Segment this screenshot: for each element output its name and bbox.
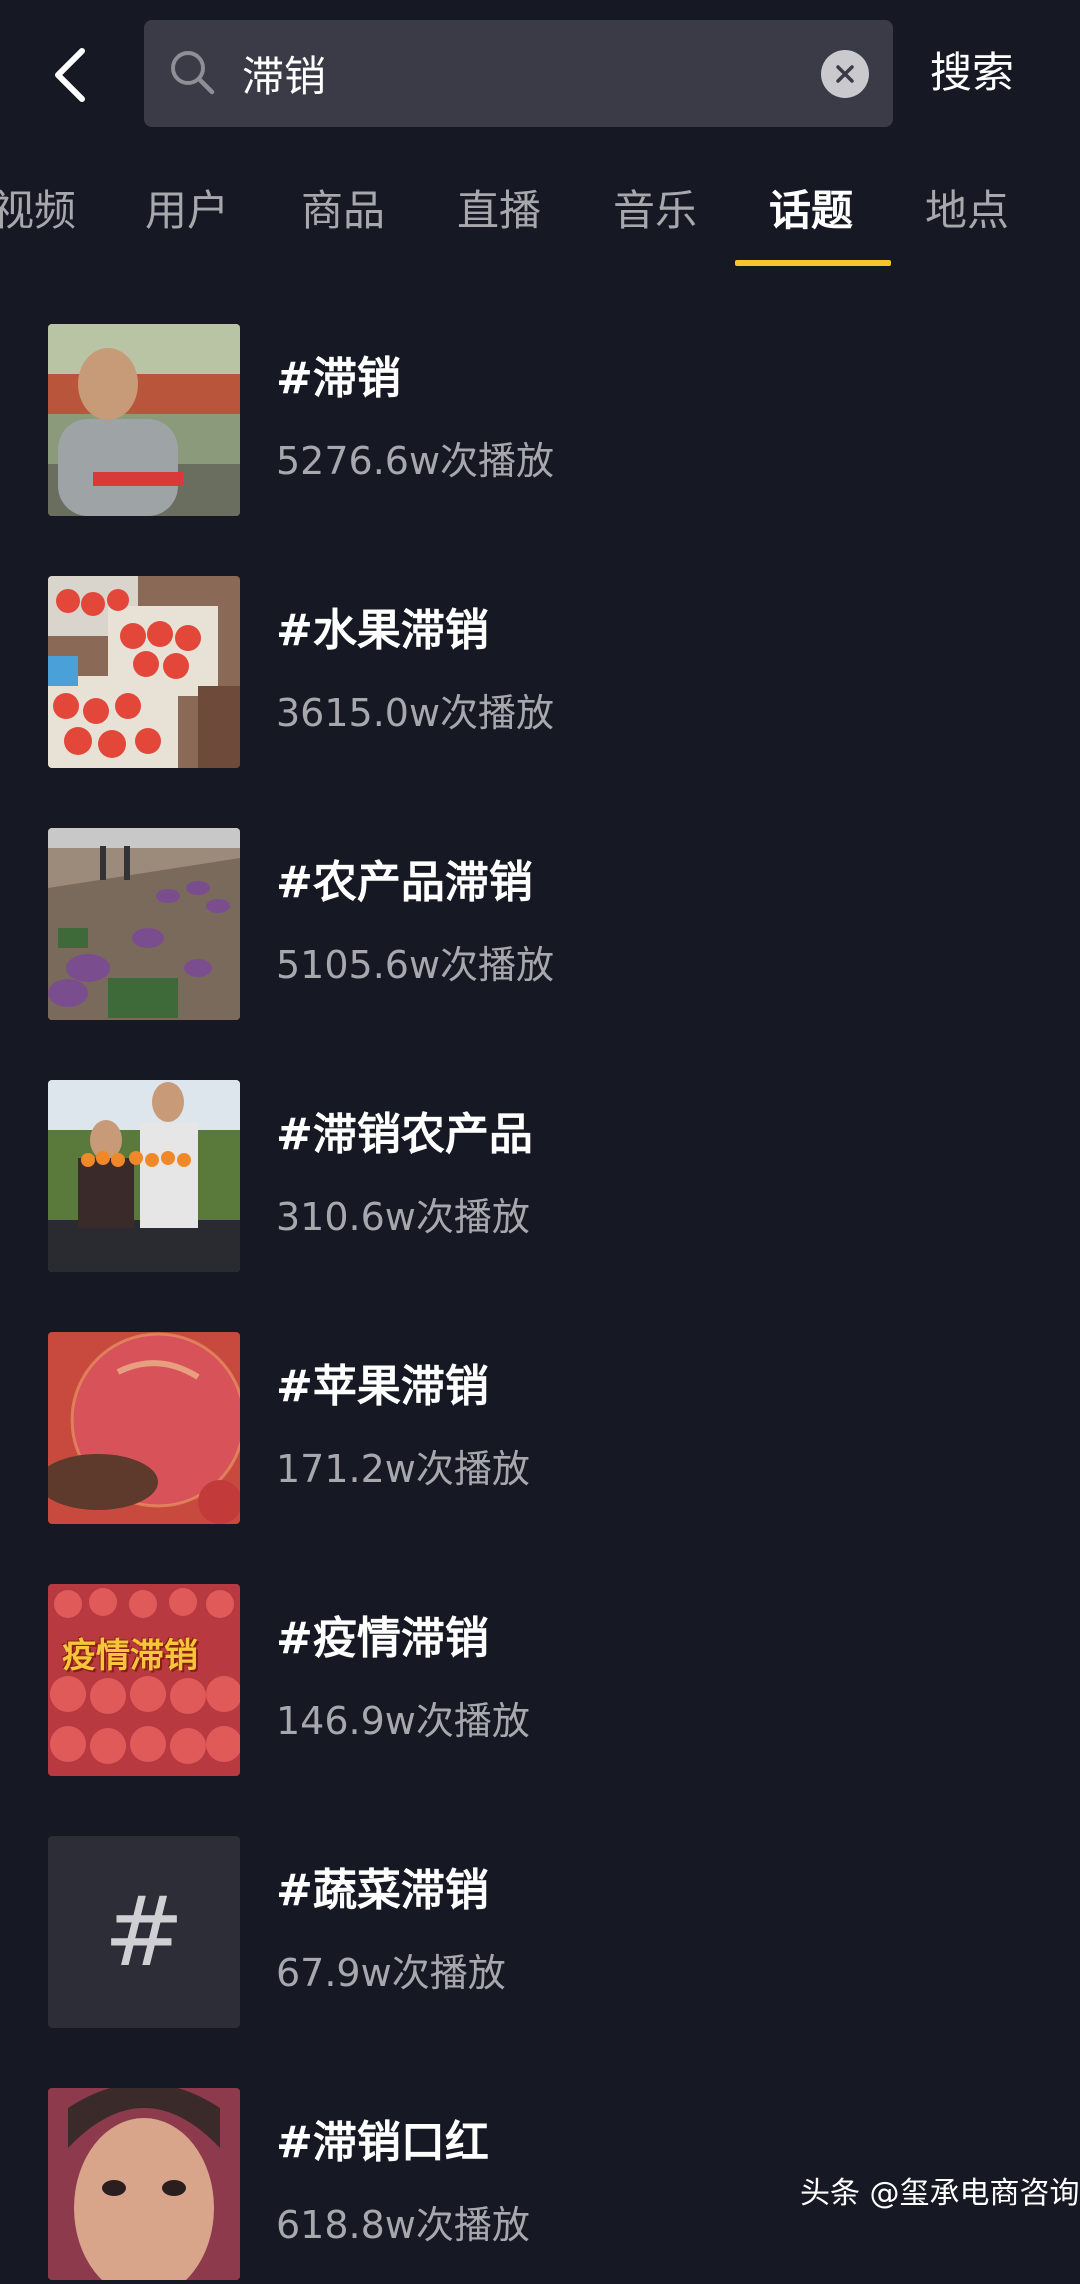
topic-item[interactable]: # #蔬菜滞销 67.9w次播放 (0, 1832, 1080, 2032)
topic-item[interactable]: #农产品滞销 5105.6w次播放 (0, 824, 1080, 1024)
tab-users[interactable]: 用户 (145, 170, 229, 252)
back-button[interactable] (40, 30, 100, 120)
search-box[interactable] (144, 20, 893, 127)
topic-title: #蔬菜滞销 (276, 1865, 489, 1916)
topic-title: #滞销 (276, 353, 401, 404)
clear-icon (836, 65, 854, 83)
topic-thumbnail (48, 576, 240, 768)
tab-live[interactable]: 直播 (457, 170, 541, 252)
topic-thumbnail (48, 828, 240, 1020)
active-tab-indicator (735, 260, 891, 266)
tab-topics[interactable]: 话题 (769, 170, 853, 252)
topic-title: #苹果滞销 (276, 1361, 489, 1412)
topic-item[interactable]: #滞销 5276.6w次播放 (0, 320, 1080, 520)
topic-title: #滞销农产品 (276, 1109, 533, 1160)
topic-thumbnail (48, 2088, 240, 2280)
topic-thumbnail (48, 1080, 240, 1272)
topic-item[interactable]: #滞销农产品 310.6w次播放 (0, 1076, 1080, 1276)
topic-play-count: 3615.0w次播放 (276, 691, 555, 735)
tab-music[interactable]: 音乐 (613, 170, 697, 252)
tab-videos[interactable]: 视频 (0, 170, 76, 252)
tab-places[interactable]: 地点 (925, 170, 1009, 252)
topic-play-count: 67.9w次播放 (276, 1951, 506, 1995)
topic-thumbnail (48, 1332, 240, 1524)
search-input[interactable] (242, 20, 802, 127)
topic-play-count: 146.9w次播放 (276, 1699, 530, 1743)
topic-thumbnail: # (48, 1836, 240, 2028)
topic-title: #农产品滞销 (276, 857, 533, 908)
topic-item[interactable]: 疫情滞销 #疫情滞销 146.9w次播放 (0, 1580, 1080, 1780)
topic-title: #疫情滞销 (276, 1613, 489, 1664)
search-submit-button[interactable]: 搜索 (930, 32, 1014, 114)
topic-play-count: 5105.6w次播放 (276, 943, 555, 987)
watermark-text: 头条 @玺承电商咨询 (800, 2176, 1080, 2211)
topic-item[interactable]: #苹果滞销 171.2w次播放 (0, 1328, 1080, 1528)
search-category-tabs: 视频 用户 商品 直播 音乐 话题 地点 (0, 170, 1080, 270)
topic-play-count: 310.6w次播放 (276, 1195, 530, 1239)
topic-play-count: 618.8w次播放 (276, 2203, 530, 2247)
topic-thumbnail: 疫情滞销 (48, 1584, 240, 1776)
thumbnail-caption: 疫情滞销 (62, 1636, 198, 1676)
topic-item[interactable]: #水果滞销 3615.0w次播放 (0, 572, 1080, 772)
topic-play-count: 5276.6w次播放 (276, 439, 555, 483)
clear-search-button[interactable] (821, 50, 869, 98)
topic-title: #水果滞销 (276, 605, 489, 656)
tab-products[interactable]: 商品 (301, 170, 385, 252)
topic-play-count: 171.2w次播放 (276, 1447, 530, 1491)
hashtag-placeholder-icon: # (103, 1876, 185, 1988)
chevron-left-icon (55, 48, 85, 102)
search-header: 搜索 (0, 0, 1080, 140)
topic-title: #滞销口红 (276, 2117, 489, 2168)
topic-thumbnail (48, 324, 240, 516)
search-icon (171, 51, 215, 95)
